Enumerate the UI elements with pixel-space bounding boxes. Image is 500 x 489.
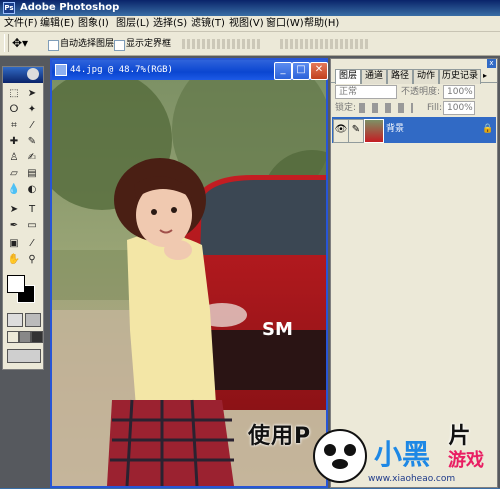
photoshop-logo-icon: Ps [3, 2, 15, 14]
menu-window[interactable]: 窗口(W) [266, 17, 304, 31]
app-titlebar: Ps Adobe Photoshop [0, 0, 500, 16]
options-bar: ✥▾ 自动选择图层 显示定界框 [0, 32, 500, 56]
svg-text:SM: SM [262, 319, 293, 340]
menu-file[interactable]: 文件(F) [4, 17, 38, 31]
clone-stamp-icon[interactable]: ♙ [6, 151, 22, 165]
site-logo: 小黑 游戏 www.xiaoheao.com [302, 426, 498, 486]
adobe-eye-icon[interactable] [27, 68, 39, 80]
slice-tool-icon[interactable]: ⁄ [24, 119, 40, 133]
menu-select[interactable]: 选择(S) [153, 17, 187, 31]
notes-tool-icon[interactable]: ▣ [6, 237, 22, 251]
tab-channels[interactable]: 通道 [361, 69, 387, 84]
pen-tool-icon[interactable]: ✒ [6, 219, 22, 233]
marquee-tool-icon[interactable]: ⬚ [6, 87, 22, 101]
distribute-buttons-disabled [280, 39, 370, 49]
lock-icons[interactable] [359, 103, 413, 113]
history-brush-icon[interactable]: ✍ [24, 151, 40, 165]
palette-close-icon[interactable]: x [487, 59, 496, 68]
layer-row-background[interactable]: 👁 ✎ 背景 🔒 [332, 117, 496, 143]
opacity-label: 不透明度: [401, 87, 441, 97]
screen-mode-full-icon[interactable] [31, 331, 43, 343]
lock-icon: 🔒 [482, 124, 494, 134]
type-tool-icon[interactable]: T [24, 203, 40, 217]
gradient-tool-icon[interactable]: ▤ [24, 167, 40, 181]
brush-link-icon[interactable]: ✎ [348, 119, 364, 143]
eye-visibility-icon[interactable]: 👁 [333, 119, 349, 143]
menu-edit[interactable]: 编辑(E) [40, 17, 74, 31]
layer-thumbnail [364, 119, 384, 143]
toolbox-header[interactable] [3, 67, 43, 83]
menu-filter[interactable]: 滤镜(T) [191, 17, 225, 31]
tab-history[interactable]: 历史记录 [439, 69, 481, 84]
palette-tabs: 图层 通道 路径 动作 历史记录 ▸ [331, 69, 497, 84]
menu-help[interactable]: 帮助(H) [304, 17, 339, 31]
standard-mode-icon[interactable] [7, 313, 23, 327]
path-select-icon[interactable]: ➤ [6, 203, 22, 217]
tab-paths[interactable]: 路径 [387, 69, 413, 84]
app-title: Adobe Photoshop [20, 2, 120, 13]
document-title: 44.jpg @ 48.7%(RGB) [70, 65, 173, 75]
layer-name: 背景 [386, 124, 405, 134]
opacity-field[interactable]: 100% [443, 85, 475, 99]
jump-to-imageready-icon[interactable] [7, 349, 41, 363]
lock-label: 锁定: [335, 103, 357, 113]
move-tool-icon[interactable]: ➤ [24, 87, 40, 101]
grip-handle[interactable] [4, 34, 9, 52]
svg-text:小黑: 小黑 [374, 438, 430, 471]
hand-tool-icon[interactable]: ✋ [6, 253, 22, 267]
palette-menu-icon[interactable]: ▸ [483, 71, 487, 80]
auto-select-checkbox[interactable] [48, 40, 59, 51]
tab-layers[interactable]: 图层 [335, 69, 361, 84]
magic-wand-icon[interactable]: ✦ [24, 103, 40, 117]
svg-text:游戏: 游戏 [448, 449, 484, 471]
screen-mode-menu-icon[interactable] [19, 331, 31, 343]
zoom-tool-icon[interactable]: ⚲ [24, 253, 40, 267]
toolbox: ⬚ ➤ ⵔ ✦ ⌗ ⁄ ✚ ✎ ♙ ✍ ▱ ▤ 💧 ◐ ➤ T ✒ ▭ ▣ ⁄ … [2, 66, 44, 370]
healing-brush-icon[interactable]: ✚ [6, 135, 22, 149]
blur-tool-icon[interactable]: 💧 [6, 183, 22, 197]
menu-bar: 文件(F) 编辑(E) 图象(I) 图层(L) 选择(S) 滤镜(T) 视图(V… [0, 16, 500, 32]
eyedropper-icon[interactable]: ⁄ [24, 237, 40, 251]
fill-label: Fill: [427, 103, 443, 113]
eraser-tool-icon[interactable]: ▱ [6, 167, 22, 181]
lasso-tool-icon[interactable]: ⵔ [6, 103, 22, 117]
menu-layer[interactable]: 图层(L) [116, 17, 149, 31]
menu-view[interactable]: 视图(V) [229, 17, 264, 31]
site-url: www.xiaoheao.com [368, 474, 456, 484]
maximize-button[interactable]: □ [292, 62, 310, 80]
close-button[interactable]: ✕ [310, 62, 328, 80]
brush-tool-icon[interactable]: ✎ [24, 135, 40, 149]
minimize-button[interactable]: _ [274, 62, 292, 80]
document-titlebar[interactable]: 44.jpg @ 48.7%(RGB) _ □ ✕ [52, 60, 328, 80]
quick-mask-icon[interactable] [25, 313, 41, 327]
foreground-color-swatch[interactable] [7, 275, 25, 293]
tab-actions[interactable]: 动作 [413, 69, 439, 84]
dodge-tool-icon[interactable]: ◐ [24, 183, 40, 197]
screen-mode-standard-icon[interactable] [7, 331, 19, 343]
shape-tool-icon[interactable]: ▭ [24, 219, 40, 233]
auto-select-label: 自动选择图层 [60, 39, 115, 49]
menu-image[interactable]: 图象(I) [78, 17, 109, 31]
move-tool-icon[interactable]: ✥▾ [12, 36, 28, 50]
fill-field[interactable]: 100% [443, 101, 475, 115]
blend-mode-select[interactable]: 正常 [335, 85, 397, 99]
crop-tool-icon[interactable]: ⌗ [6, 119, 22, 133]
show-bbox-label: 显示定界框 [126, 39, 172, 49]
show-bbox-checkbox[interactable] [114, 40, 125, 51]
align-buttons-disabled [182, 39, 260, 49]
document-icon [55, 64, 67, 76]
